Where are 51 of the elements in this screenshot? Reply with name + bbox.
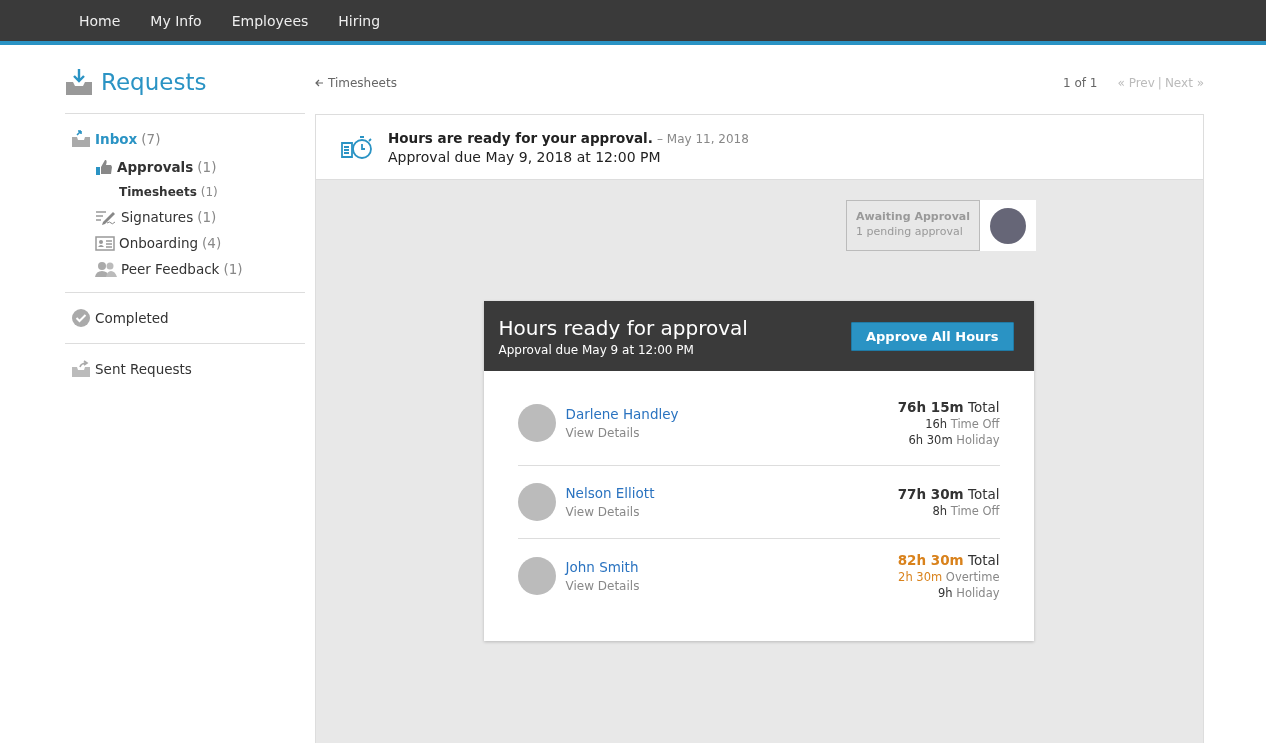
total-hours: 76h 15m Total bbox=[897, 398, 1000, 415]
thumbs-up-icon bbox=[95, 159, 113, 175]
total-hours: 82h 30m Total bbox=[897, 552, 1000, 568]
pager-separator: | bbox=[1157, 75, 1162, 90]
nav-link[interactable]: My Info bbox=[135, 0, 217, 41]
hours-detail: 16h Time Off bbox=[925, 416, 1000, 431]
sidebar-item[interactable]: Peer Feedback (1) bbox=[65, 256, 305, 282]
hours-detail: 6h 30m Holiday bbox=[908, 432, 1000, 447]
inbox-icon bbox=[71, 130, 91, 148]
request-date: – May 11, 2018 bbox=[657, 131, 749, 146]
avatar-placeholder bbox=[517, 557, 556, 595]
employee-name-link[interactable]: Nelson Elliott bbox=[565, 485, 888, 501]
view-details-link[interactable]: View Details bbox=[565, 505, 888, 519]
left-arrow-icon bbox=[315, 78, 324, 87]
hours-detail: 8h Time Off bbox=[932, 504, 1000, 518]
sidebar-item[interactable]: Completed bbox=[65, 303, 305, 333]
hours-detail: 2h 30m Overtime bbox=[898, 570, 1000, 584]
avatar-placeholder bbox=[517, 483, 556, 521]
check-circle-icon bbox=[71, 308, 91, 328]
sidebar-item[interactable]: Sent Requests bbox=[65, 354, 305, 384]
id-card-icon bbox=[95, 235, 115, 251]
avatar-placeholder bbox=[517, 403, 556, 442]
sidebar-item[interactable]: Signatures (1) bbox=[65, 204, 305, 230]
avatar-placeholder bbox=[990, 207, 1026, 244]
status-detail: 1 pending approval bbox=[855, 225, 964, 238]
view-details-link[interactable]: View Details bbox=[565, 425, 888, 440]
nav-link[interactable]: Hiring bbox=[323, 0, 396, 41]
employee-name-link[interactable]: Darlene Handley bbox=[565, 405, 888, 422]
request-title: Hours are ready for your approval. bbox=[388, 129, 653, 146]
nav-link[interactable]: Home bbox=[64, 0, 136, 41]
inbox-download-icon bbox=[65, 68, 93, 96]
request-due-date: Approval due May 9, 2018 at 12:00 PM bbox=[388, 148, 662, 165]
sidebar-item[interactable]: Onboarding (4) bbox=[65, 230, 305, 256]
people-icon bbox=[95, 261, 117, 277]
total-hours: 77h 30m Total bbox=[897, 486, 1000, 502]
employee-name-link[interactable]: John Smith bbox=[565, 559, 888, 575]
timesheet-clock-icon bbox=[340, 134, 374, 160]
card-title: Hours ready for approval bbox=[498, 315, 748, 340]
card-subtitle: Approval due May 9 at 12:00 PM bbox=[498, 342, 695, 357]
view-details-link[interactable]: View Details bbox=[565, 579, 888, 593]
pen-icon bbox=[95, 209, 117, 225]
sidebar-item[interactable]: Timesheets (1) bbox=[65, 180, 305, 204]
page-title: Requests bbox=[101, 69, 207, 95]
nav-link[interactable]: Employees bbox=[216, 0, 324, 41]
hours-detail: 9h Holiday bbox=[938, 586, 1000, 600]
status-title: Awaiting Approval bbox=[855, 210, 970, 223]
sidebar-item[interactable]: Approvals (1) bbox=[65, 154, 305, 180]
page-count: 1 of 1 bbox=[1063, 75, 1098, 90]
sidebar-item[interactable]: Inbox (7) bbox=[65, 124, 305, 154]
back-link[interactable]: Timesheets bbox=[315, 75, 397, 90]
sent-box-icon bbox=[71, 360, 91, 378]
